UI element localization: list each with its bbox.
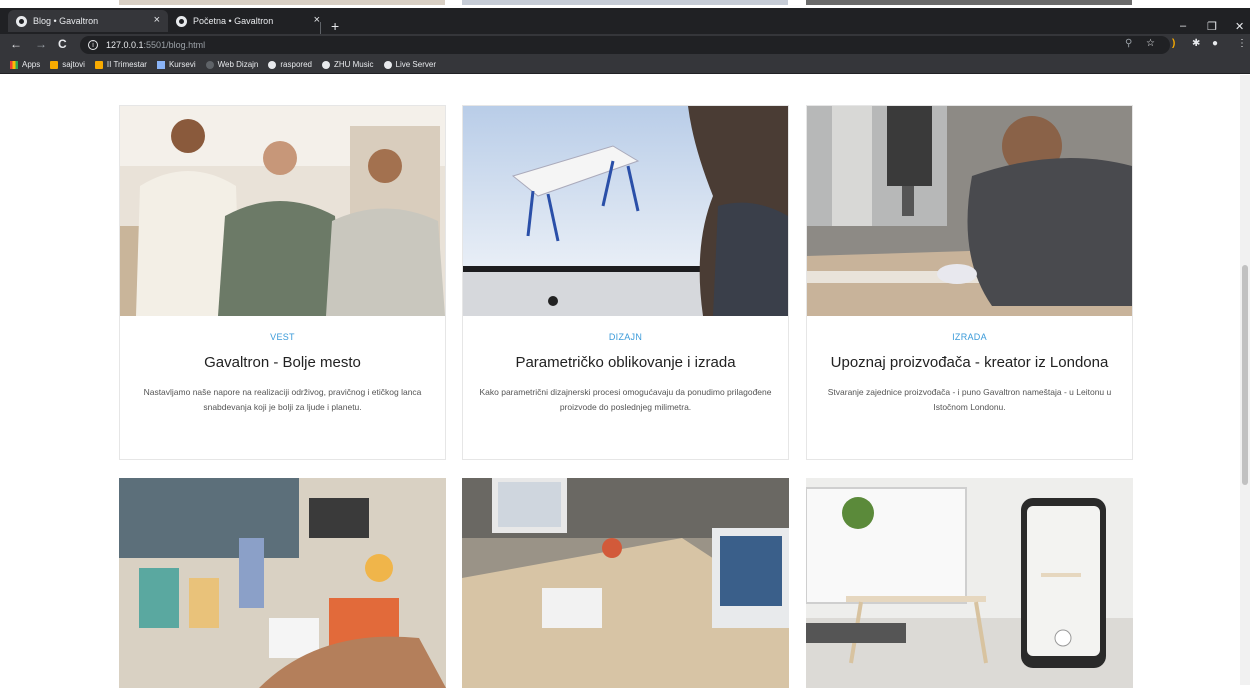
tab-pocetna[interactable]: Početna • Gavaltron × [168, 10, 328, 32]
bookmark-apps[interactable]: Apps [10, 60, 40, 69]
bookmark-zhu-music[interactable]: ZHU Music [321, 60, 374, 69]
reload-button[interactable]: C [58, 37, 67, 51]
bookmark-web-dizajn[interactable]: Web Dizajn [205, 60, 258, 69]
bookmark-ii-trimestar[interactable]: II Trimestar [94, 60, 147, 69]
blog-card-image[interactable] [807, 106, 1132, 316]
blog-card-category[interactable]: IZRADA [807, 332, 1132, 342]
blog-card-image-row2-1[interactable] [119, 478, 446, 688]
bookmark-sajtovi[interactable]: sajtovi [50, 60, 85, 69]
bookmarks-bar: Apps sajtovi II Trimestar Kursevi Web Di… [0, 56, 1250, 74]
folder-icon [50, 60, 59, 69]
blog-card-image[interactable] [463, 106, 788, 316]
browser-toolbar: ← → C i 127.0.0.1 :5501/blog.html ⚲ ☆ ) … [0, 34, 1250, 56]
url-host: 127.0.0.1 [106, 40, 144, 50]
back-button[interactable]: ← [10, 37, 22, 51]
minimize-button[interactable]: – [1180, 20, 1186, 32]
bookmark-star-icon[interactable]: ☆ [1146, 38, 1155, 49]
scrollbar-thumb[interactable] [1242, 265, 1248, 485]
zoom-icon[interactable]: ⚲ [1125, 38, 1132, 49]
forward-button[interactable]: → [35, 37, 47, 51]
bookmark-live-server[interactable]: Live Server [383, 60, 436, 69]
blog-card-title[interactable]: Upoznaj proizvođača - kreator iz Londona [807, 354, 1132, 371]
blog-card-image-row2-2[interactable] [462, 478, 789, 688]
site-favicon-icon [176, 15, 187, 27]
blog-card-title[interactable]: Gavaltron - Bolje mesto [120, 354, 445, 371]
tab-blog[interactable]: Blog • Gavaltron × [8, 10, 168, 32]
tab-title: Blog • Gavaltron [33, 16, 99, 26]
blog-card-category[interactable]: DIZAJN [463, 332, 788, 342]
blog-card-category[interactable]: VEST [120, 332, 445, 342]
web-icon [205, 60, 214, 69]
blog-card-image-row2-3[interactable] [806, 478, 1133, 688]
profile-avatar-icon[interactable]: ● [1212, 38, 1218, 49]
tab-title: Početna • Gavaltron [193, 16, 274, 26]
course-icon [156, 60, 165, 69]
url-path: :5501/blog.html [143, 40, 206, 50]
extensions-icon[interactable]: ✱ [1192, 38, 1200, 49]
blog-page: VEST Gavaltron - Bolje mesto Nastavljamo… [0, 75, 1240, 688]
blog-card-title[interactable]: Parametričko oblikovanje i izrada [463, 354, 788, 371]
site-info-icon[interactable]: i [88, 40, 98, 50]
apps-icon [10, 60, 18, 69]
globe-icon [383, 60, 392, 69]
address-bar[interactable]: i 127.0.0.1 :5501/blog.html [80, 36, 1170, 54]
previous-row-peek [0, 0, 1250, 8]
new-tab-button[interactable]: + [331, 18, 339, 34]
blog-card-description: Kako parametrični dizajnerski procesi om… [479, 387, 772, 412]
blog-card-izrada[interactable]: IZRADA Upoznaj proizvođača - kreator iz … [806, 105, 1133, 460]
site-favicon-icon [16, 15, 27, 27]
page-scrollbar[interactable] [1240, 75, 1250, 685]
close-window-button[interactable]: ✕ [1235, 20, 1244, 33]
bookmark-kursevi[interactable]: Kursevi [156, 60, 196, 69]
rss-extension-icon[interactable]: ) [1172, 38, 1175, 49]
blog-card-description: Nastavljamo naše napore na realizaciji o… [143, 387, 422, 412]
blog-card-dizajn[interactable]: DIZAJN Parametričko oblikovanje i izrada… [462, 105, 789, 460]
restore-button[interactable]: ❐ [1207, 20, 1217, 33]
globe-icon [268, 60, 277, 69]
blog-card-description: Stvaranje zajednice proizvođača - i puno… [827, 387, 1112, 412]
blog-card-image[interactable] [120, 106, 445, 316]
globe-icon [321, 60, 330, 69]
browser-tab-bar: Blog • Gavaltron × Početna • Gavaltron ×… [0, 8, 1250, 36]
bookmark-raspored[interactable]: raspored [268, 60, 312, 69]
menu-icon[interactable]: ⋮ [1237, 38, 1247, 49]
blog-card-vest[interactable]: VEST Gavaltron - Bolje mesto Nastavljamo… [119, 105, 446, 460]
folder-icon [94, 60, 103, 69]
close-tab-icon[interactable]: × [154, 14, 160, 26]
